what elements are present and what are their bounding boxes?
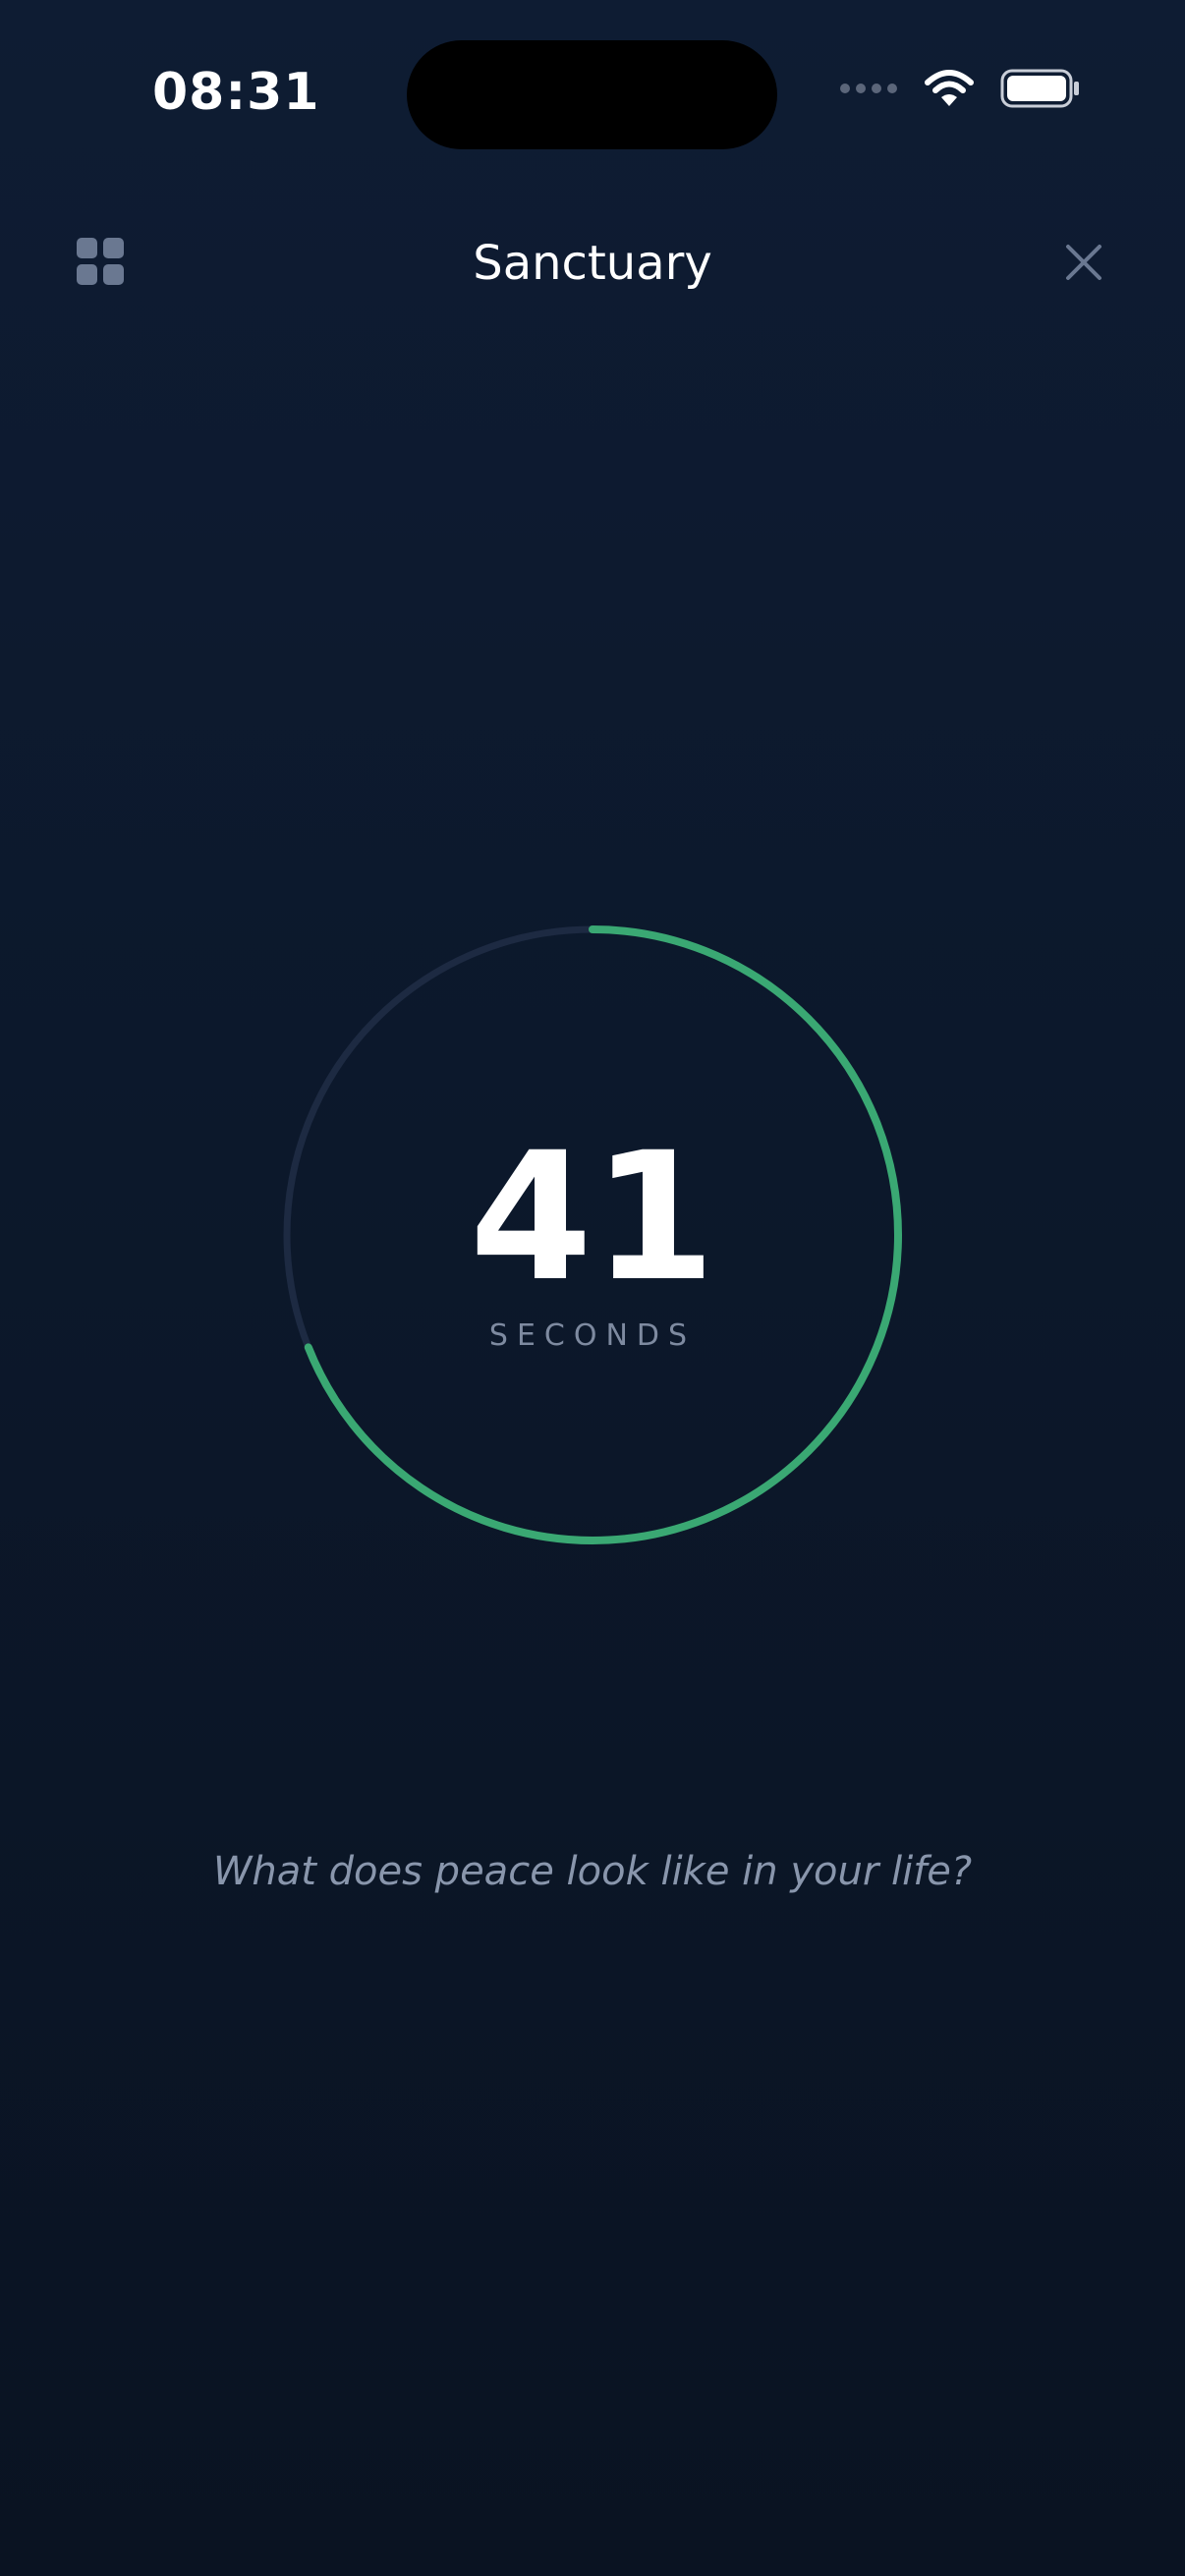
status-time: 08:31 xyxy=(152,63,320,122)
page-title: Sanctuary xyxy=(473,236,712,291)
close-button[interactable] xyxy=(1065,244,1102,281)
countdown-timer: 41 SECONDS xyxy=(281,924,904,1546)
dynamic-island xyxy=(407,40,777,149)
header: Sanctuary xyxy=(0,216,1185,314)
wifi-icon xyxy=(925,70,974,106)
signal-icon xyxy=(840,84,897,93)
reflection-prompt: What does peace look like in your life? xyxy=(212,1849,973,1894)
battery-icon xyxy=(1000,69,1079,108)
status-icons xyxy=(839,69,1081,108)
close-icon xyxy=(1066,245,1101,280)
timer-value: 41 xyxy=(469,1115,716,1320)
timer-unit-label: SECONDS xyxy=(488,1318,697,1353)
